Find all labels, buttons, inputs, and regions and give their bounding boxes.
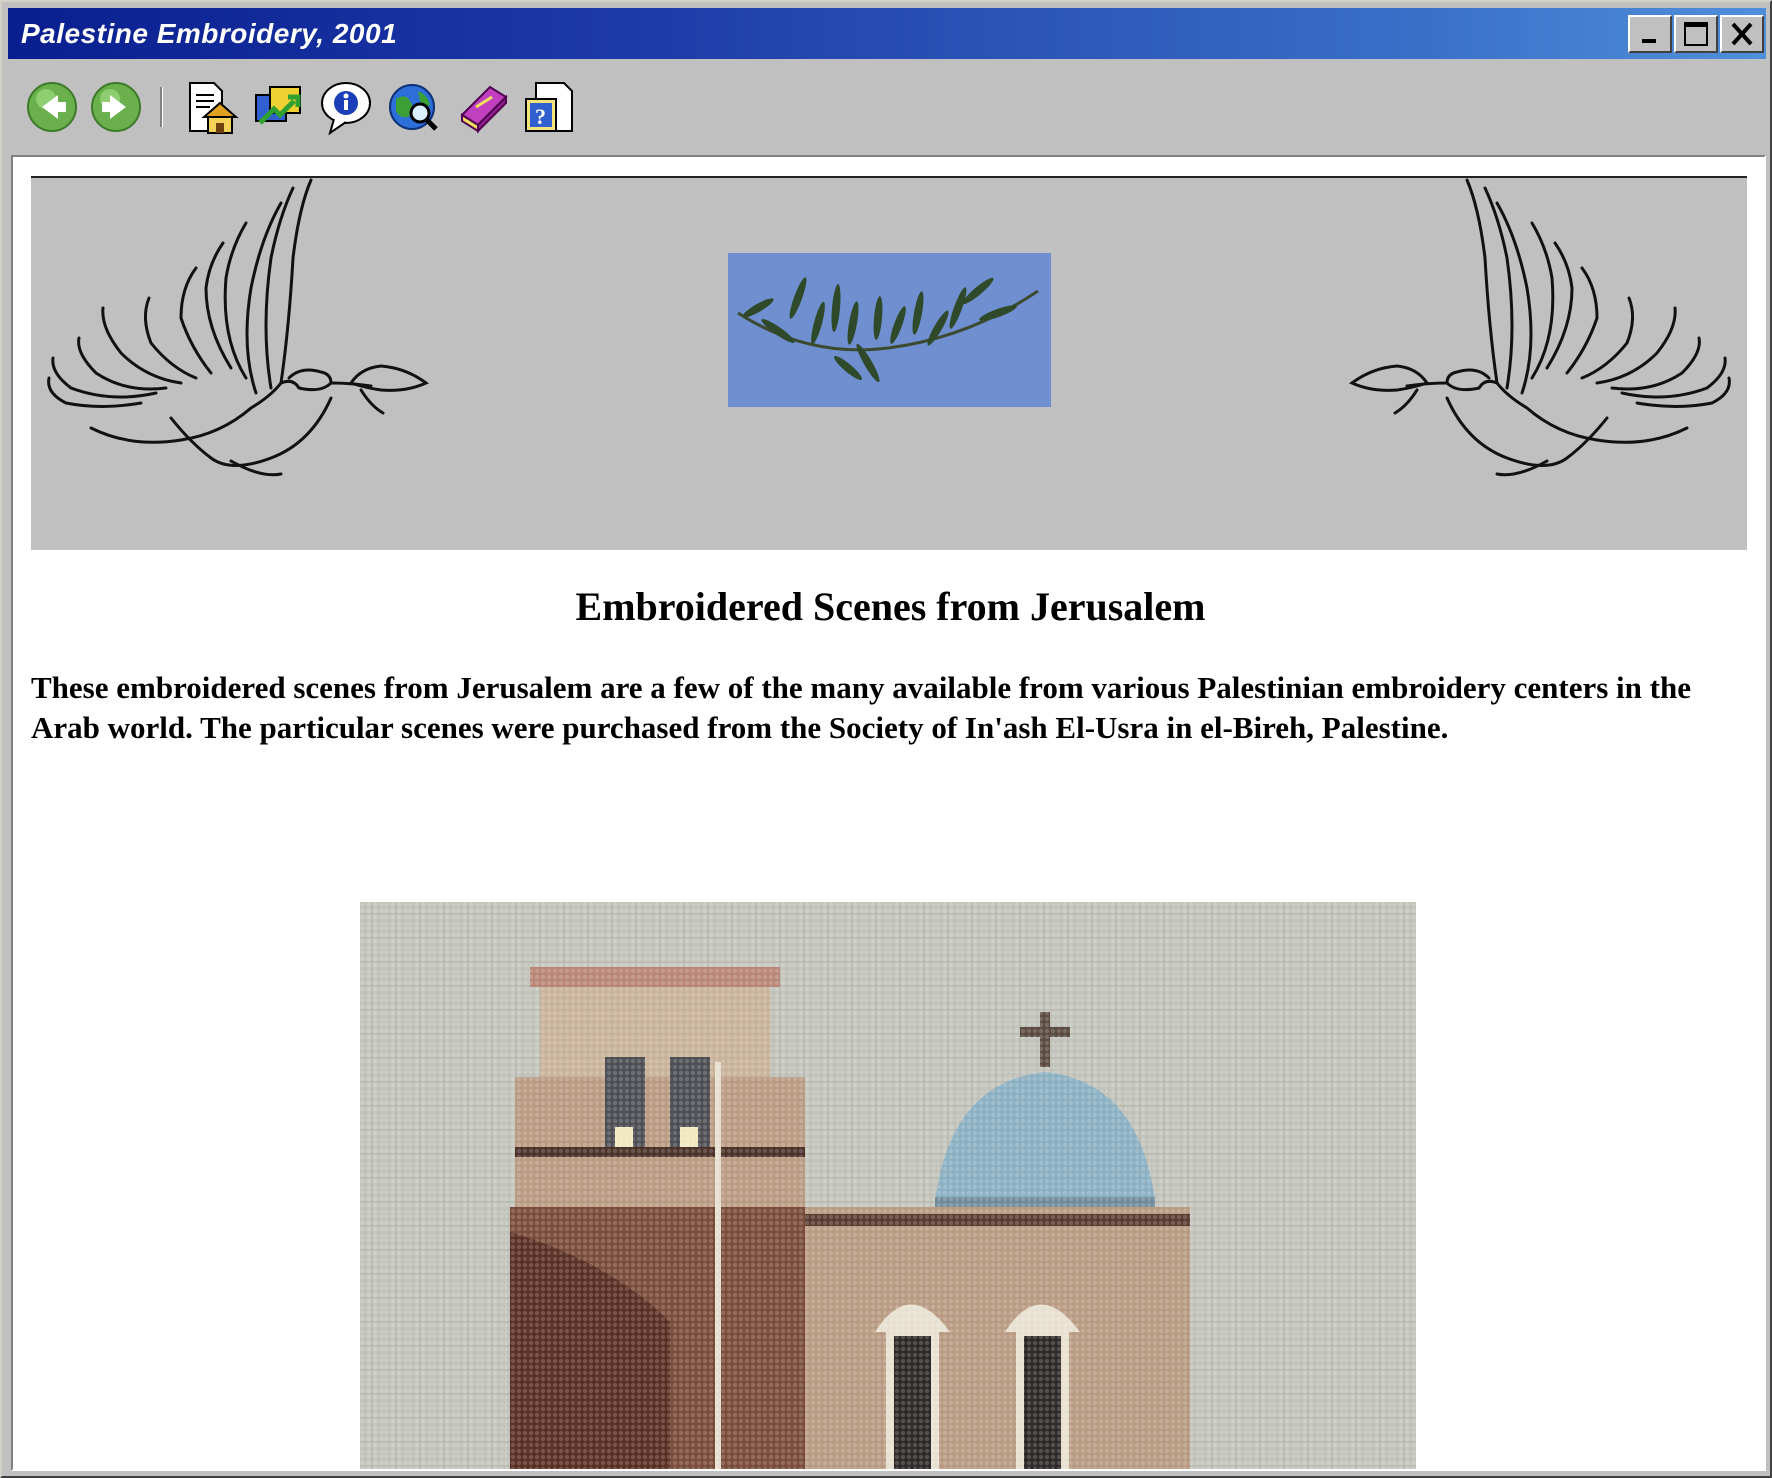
olive-branch-image [728, 253, 1051, 407]
page-content[interactable]: Embroidered Scenes from Jerusalem These … [11, 155, 1766, 1471]
home-button[interactable] [184, 79, 240, 135]
olive-branch-icon [728, 253, 1051, 407]
intro-paragraph: These embroidered scenes from Jerusalem … [31, 670, 1691, 745]
book-icon [460, 85, 508, 134]
page-heading: Embroidered Scenes from Jerusalem [575, 584, 1206, 629]
sync-arrows-icon [255, 86, 301, 125]
minimize-button[interactable] [1628, 15, 1672, 53]
minimize-icon [1642, 39, 1656, 43]
toolbar-separator [160, 87, 163, 127]
maximize-icon [1684, 22, 1708, 46]
web-search-button[interactable] [386, 79, 442, 135]
info-button[interactable] [318, 79, 374, 136]
banner [31, 176, 1747, 550]
forward-button[interactable] [88, 79, 144, 135]
forward-arrow-icon [91, 82, 141, 132]
toolbar: ? [8, 59, 1766, 152]
book-button[interactable] [454, 79, 510, 135]
close-button[interactable] [1720, 15, 1764, 53]
title-bar[interactable]: Palestine Embroidery, 2001 [8, 8, 1766, 59]
embroidery-church-icon [360, 902, 1416, 1469]
close-icon [1731, 22, 1753, 46]
web-search-icon [389, 84, 438, 131]
svg-text:?: ? [535, 104, 546, 129]
maximize-button[interactable] [1674, 15, 1718, 53]
help-document-icon: ? [525, 82, 573, 132]
back-arrow-icon [27, 82, 77, 132]
dove-right-icon [1349, 178, 1731, 477]
browser-window: Palestine Embroidery, 2001 ? Embroidered… [0, 0, 1772, 1478]
help-button[interactable]: ? [522, 79, 578, 135]
sync-button[interactable] [250, 79, 306, 135]
embroidered-church-image [360, 902, 1416, 1469]
info-balloon-icon [321, 82, 371, 136]
dove-left-icon [47, 178, 429, 477]
back-button[interactable] [24, 79, 80, 135]
home-page-icon [189, 82, 239, 134]
window-title: Palestine Embroidery, 2001 [21, 18, 398, 49]
